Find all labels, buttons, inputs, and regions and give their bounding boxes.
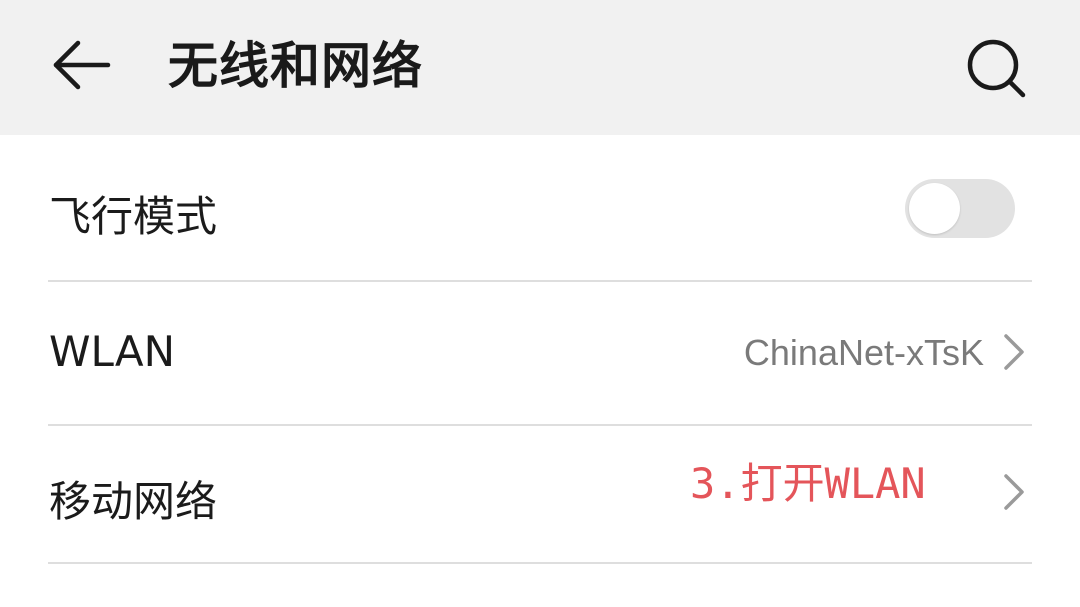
divider (48, 562, 1032, 564)
chevron-right-icon (998, 330, 1030, 374)
search-icon (967, 39, 1026, 98)
mobile-network-label: 移动网络 (49, 477, 218, 526)
airplane-mode-label: 飞行模式 (49, 192, 218, 241)
chevron-right-icon (998, 470, 1030, 514)
arrow-left-icon (53, 40, 111, 90)
wlan-current-network: ChinaNet-xTsK (743, 332, 984, 373)
toggle-knob (909, 183, 960, 234)
wireless-networks-screen: 无线和网络 飞行模式 WLAN ChinaNet-xTsK 移动网络 3.打开W… (0, 0, 1080, 607)
wlan-row[interactable]: WLAN ChinaNet-xTsK (0, 282, 1080, 424)
back-button[interactable] (40, 27, 124, 107)
header-bar: 无线和网络 (0, 0, 1080, 135)
airplane-mode-toggle[interactable] (905, 179, 1015, 238)
search-button[interactable] (958, 30, 1034, 106)
page-title: 无线和网络 (168, 37, 423, 95)
wlan-label: WLAN (49, 327, 176, 376)
instruction-annotation: 3.打开WLAN (690, 459, 926, 508)
